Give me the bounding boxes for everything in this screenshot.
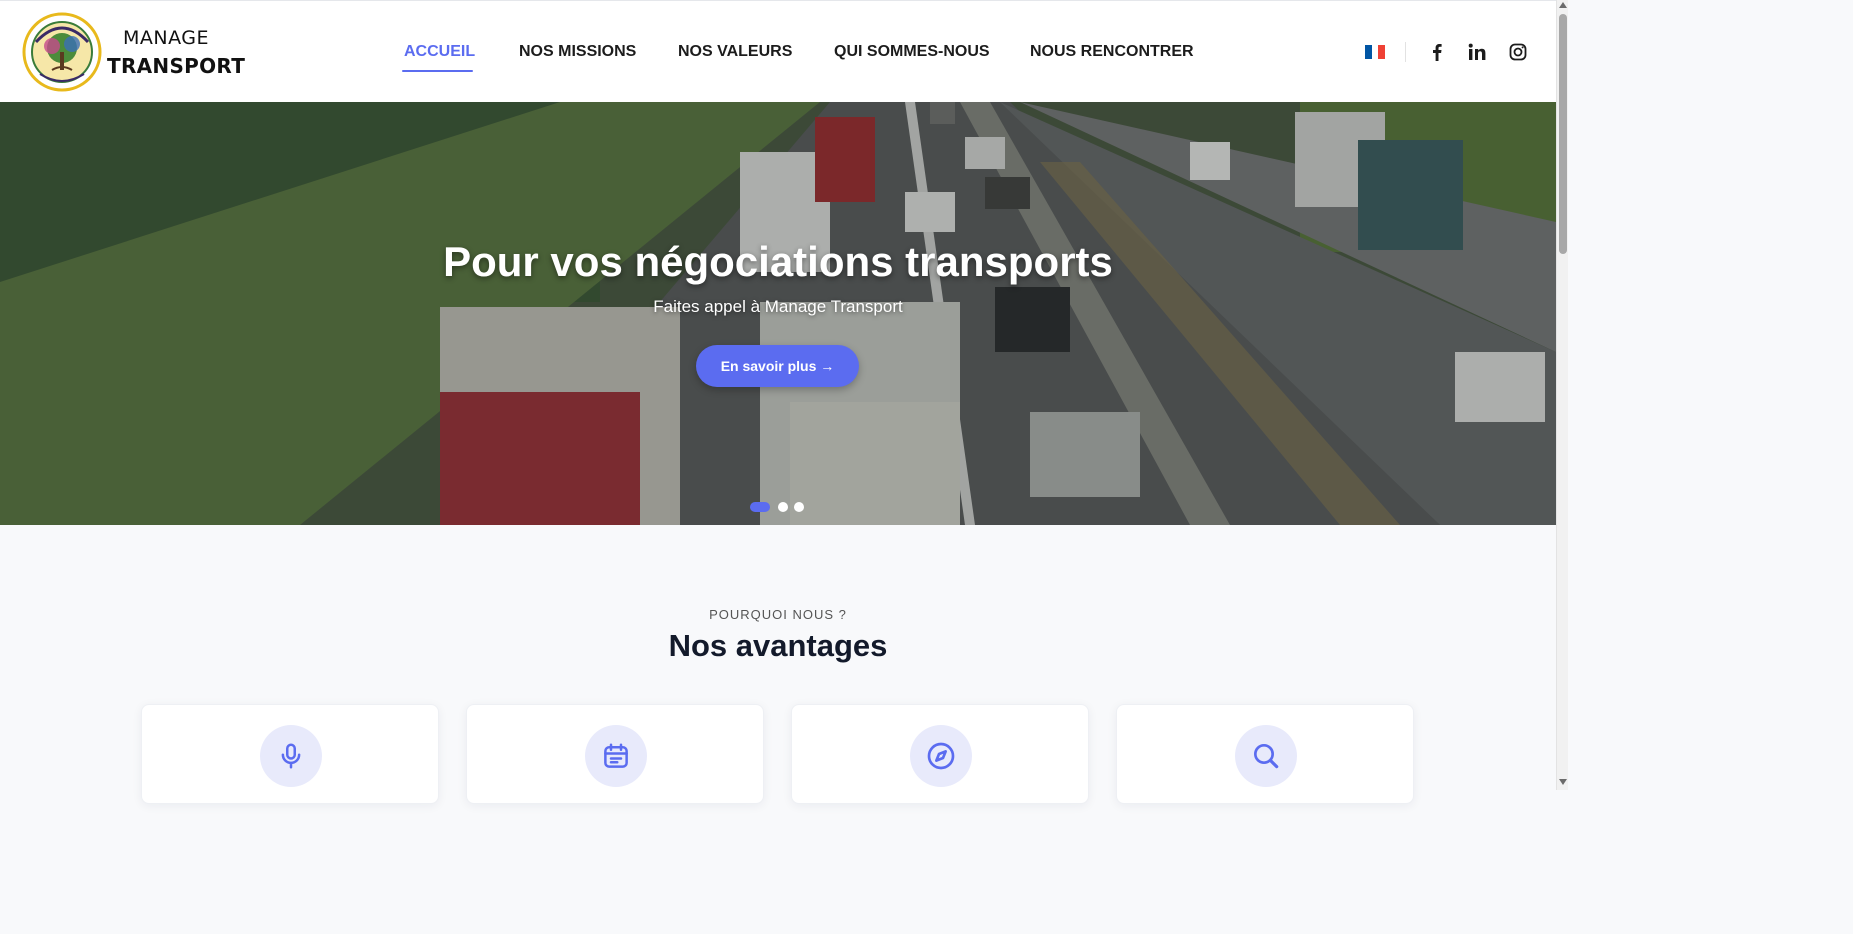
carousel-dot-3[interactable] bbox=[794, 502, 804, 512]
carousel-dot-2[interactable] bbox=[778, 502, 788, 512]
scroll-up-arrow-icon[interactable] bbox=[1559, 2, 1567, 8]
nav-nos-valeurs[interactable]: NOS VALEURS bbox=[678, 43, 792, 61]
nav-nous-rencontrer[interactable]: NOUS RENCONTRER bbox=[1030, 43, 1194, 61]
compass-icon bbox=[927, 742, 955, 770]
brand-name-top: MANAGE bbox=[123, 27, 209, 49]
instagram-icon[interactable] bbox=[1508, 42, 1528, 62]
company-logo[interactable] bbox=[22, 12, 102, 92]
hero-title: Pour vos négociations transports bbox=[443, 238, 1113, 285]
brand-name-bottom: TRANSPORT bbox=[107, 54, 246, 78]
header-divider bbox=[1405, 42, 1406, 62]
brand-name[interactable]: MANAGE TRANSPORT bbox=[107, 25, 245, 81]
compass-icon-badge bbox=[910, 725, 972, 787]
nav-nos-missions[interactable]: NOS MISSIONS bbox=[519, 43, 636, 61]
page-scrollbar[interactable] bbox=[1556, 0, 1568, 790]
scroll-down-arrow-icon[interactable] bbox=[1559, 779, 1567, 785]
advantage-card-3 bbox=[791, 704, 1089, 804]
nav-accueil[interactable]: ACCUEIL bbox=[404, 43, 475, 61]
nav-qui-sommes-nous[interactable]: QUI SOMMES-NOUS bbox=[834, 43, 990, 61]
advantage-card-1 bbox=[141, 704, 439, 804]
facebook-icon[interactable] bbox=[1427, 42, 1447, 62]
advantage-card-2 bbox=[466, 704, 764, 804]
section-eyebrow: POURQUOI NOUS ? bbox=[709, 607, 847, 622]
section-title: Nos avantages bbox=[668, 628, 888, 663]
linkedin-icon[interactable] bbox=[1467, 42, 1487, 62]
advantage-card-4 bbox=[1116, 704, 1414, 804]
carousel-dot-1[interactable] bbox=[750, 502, 770, 512]
learn-more-button[interactable]: En savoir plus → bbox=[696, 345, 859, 387]
scrollbar-thumb[interactable] bbox=[1559, 14, 1567, 254]
hero-subtitle: Faites appel à Manage Transport bbox=[653, 297, 903, 316]
site-header: MANAGE TRANSPORT ACCUEIL NOS MISSIONS NO… bbox=[0, 0, 1556, 102]
microphone-icon bbox=[281, 743, 301, 769]
nav-active-underline bbox=[402, 70, 473, 72]
search-icon-badge bbox=[1235, 725, 1297, 787]
calendar-icon-badge bbox=[585, 725, 647, 787]
french-flag-icon[interactable] bbox=[1365, 45, 1386, 59]
hero-carousel: Pour vos négociations transports Faites … bbox=[0, 102, 1556, 525]
calendar-icon bbox=[604, 743, 628, 768]
search-icon bbox=[1254, 744, 1279, 769]
microphone-icon-badge bbox=[260, 725, 322, 787]
